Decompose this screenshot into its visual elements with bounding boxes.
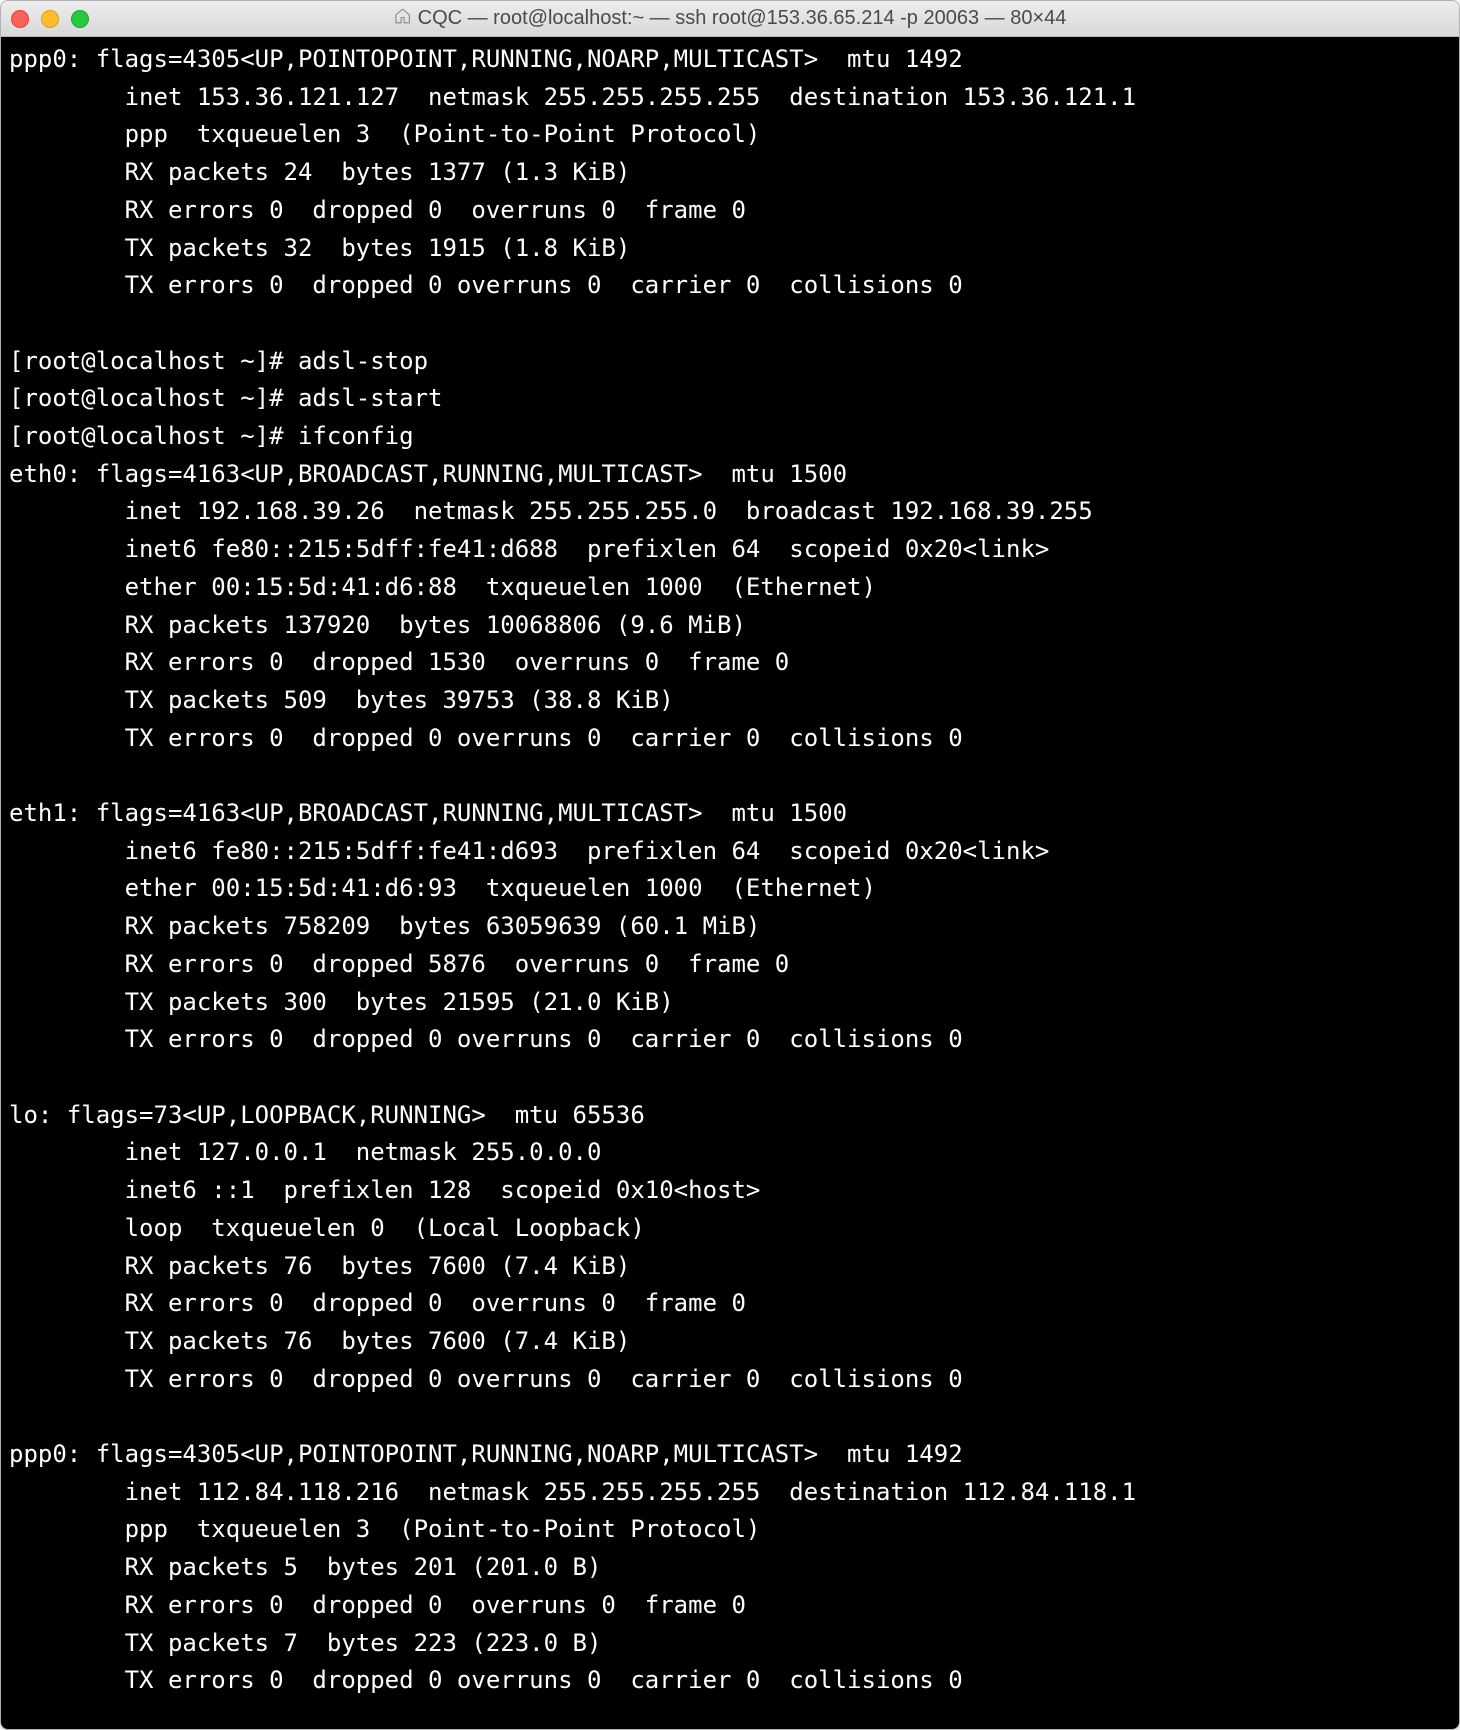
iface-ppp0-line: ppp txqueuelen 3 (Point-to-Point Protoco… [9,120,760,148]
terminal-window: CQC — root@localhost:~ — ssh root@153.36… [0,0,1460,1730]
iface-ppp0-line: TX errors 0 dropped 0 overruns 0 carrier… [9,1666,963,1694]
iface-eth0-line: TX packets 509 bytes 39753 (38.8 KiB) [9,686,674,714]
terminal-content[interactable]: ppp0: flags=4305<UP,POINTOPOINT,RUNNING,… [1,37,1459,1729]
iface-lo-line: RX packets 76 bytes 7600 (7.4 KiB) [9,1252,630,1280]
iface-eth0-line: eth0: flags=4163<UP,BROADCAST,RUNNING,MU… [9,460,847,488]
iface-lo-line: loop txqueuelen 0 (Local Loopback) [9,1214,645,1242]
iface-ppp0-line: RX errors 0 dropped 0 overruns 0 frame 0 [9,196,746,224]
iface-eth0-line: TX errors 0 dropped 0 overruns 0 carrier… [9,724,963,752]
iface-eth0-line: inet6 fe80::215:5dff:fe41:d688 prefixlen… [9,535,1049,563]
titlebar: CQC — root@localhost:~ — ssh root@153.36… [1,1,1459,37]
iface-ppp0-line: RX packets 5 bytes 201 (201.0 B) [9,1553,601,1581]
iface-ppp0-line: ppp0: flags=4305<UP,POINTOPOINT,RUNNING,… [9,1440,963,1468]
iface-eth0-line: inet 192.168.39.26 netmask 255.255.255.0… [9,497,1093,525]
iface-eth1-line: RX packets 758209 bytes 63059639 (60.1 M… [9,912,760,940]
iface-lo-line: inet6 ::1 prefixlen 128 scopeid 0x10<hos… [9,1176,760,1204]
window-title: CQC — root@localhost:~ — ssh root@153.36… [394,7,1067,30]
iface-ppp0-line: RX packets 24 bytes 1377 (1.3 KiB) [9,158,630,186]
close-icon[interactable] [11,10,29,28]
iface-ppp0-line: TX packets 32 bytes 1915 (1.8 KiB) [9,234,630,262]
iface-ppp0-line: TX errors 0 dropped 0 overruns 0 carrier… [9,271,963,299]
prompt-ifconfig: [root@localhost ~]# ifconfig [9,422,414,450]
iface-lo-line: inet 127.0.0.1 netmask 255.0.0.0 [9,1138,601,1166]
iface-eth1-line: TX errors 0 dropped 0 overruns 0 carrier… [9,1025,963,1053]
iface-ppp0-line: ppp txqueuelen 3 (Point-to-Point Protoco… [9,1515,760,1543]
iface-ppp0-line: inet 112.84.118.216 netmask 255.255.255.… [9,1478,1136,1506]
maximize-icon[interactable] [71,10,89,28]
iface-eth0-line: RX packets 137920 bytes 10068806 (9.6 Mi… [9,611,746,639]
iface-ppp0-line: inet 153.36.121.127 netmask 255.255.255.… [9,83,1136,111]
traffic-lights [11,10,89,28]
window-title-text: CQC — root@localhost:~ — ssh root@153.36… [418,7,1067,30]
iface-eth1-line: eth1: flags=4163<UP,BROADCAST,RUNNING,MU… [9,799,847,827]
prompt-adsl-start: [root@localhost ~]# adsl-start [9,384,442,412]
iface-lo-line: TX errors 0 dropped 0 overruns 0 carrier… [9,1365,963,1393]
iface-lo-line: RX errors 0 dropped 0 overruns 0 frame 0 [9,1289,746,1317]
iface-ppp0-line: RX errors 0 dropped 0 overruns 0 frame 0 [9,1591,746,1619]
iface-lo-line: TX packets 76 bytes 7600 (7.4 KiB) [9,1327,630,1355]
prompt-adsl-stop: [root@localhost ~]# adsl-stop [9,347,428,375]
iface-eth1-line: inet6 fe80::215:5dff:fe41:d693 prefixlen… [9,837,1049,865]
iface-eth1-line: RX errors 0 dropped 5876 overruns 0 fram… [9,950,789,978]
home-icon [394,7,412,30]
iface-ppp0-line: TX packets 7 bytes 223 (223.0 B) [9,1629,601,1657]
iface-lo-line: lo: flags=73<UP,LOOPBACK,RUNNING> mtu 65… [9,1101,645,1129]
iface-eth0-line: RX errors 0 dropped 1530 overruns 0 fram… [9,648,789,676]
iface-ppp0-line: ppp0: flags=4305<UP,POINTOPOINT,RUNNING,… [9,45,963,73]
iface-eth0-line: ether 00:15:5d:41:d6:88 txqueuelen 1000 … [9,573,876,601]
iface-eth1-line: TX packets 300 bytes 21595 (21.0 KiB) [9,988,674,1016]
iface-eth1-line: ether 00:15:5d:41:d6:93 txqueuelen 1000 … [9,874,876,902]
minimize-icon[interactable] [41,10,59,28]
